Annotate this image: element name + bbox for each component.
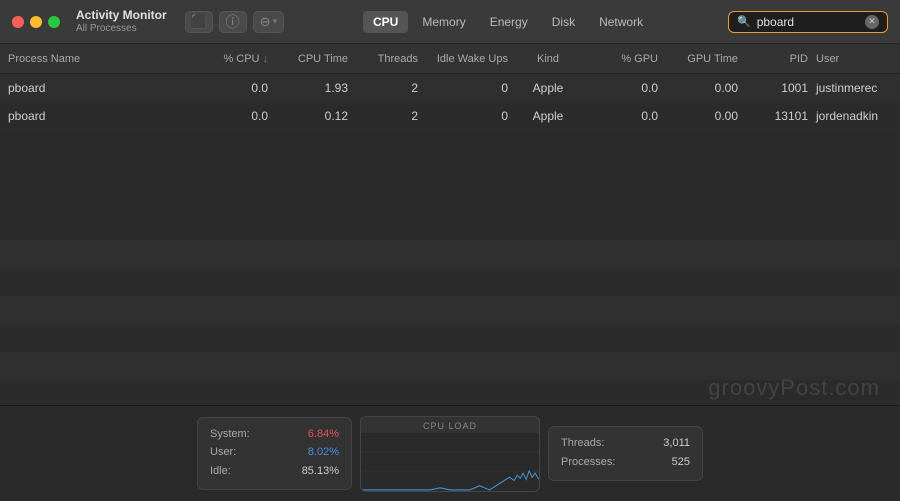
app-title-block: Activity Monitor All Processes (76, 8, 167, 34)
table-row[interactable]: pboard 0.0 0.12 2 0 Apple 0.0 0.00 13101… (0, 102, 900, 130)
cell-user: justinmerec (808, 81, 900, 95)
col-header-gpu[interactable]: % GPU (588, 53, 658, 65)
stat-processes: Processes: 525 (561, 454, 690, 471)
tab-memory[interactable]: Memory (412, 11, 475, 33)
empty-rows (0, 240, 900, 406)
cell-idle: 0 (418, 81, 508, 95)
idle-value: 85.13% (302, 463, 339, 480)
stats-right-panel: Threads: 3,011 Processes: 525 (548, 426, 703, 481)
stat-system: System: 6.84% (210, 426, 339, 443)
search-icon: 🔍 (737, 15, 751, 28)
cell-pid: 13101 (738, 109, 808, 123)
search-box[interactable]: 🔍 pboard ✕ (728, 11, 888, 33)
col-header-pid[interactable]: PID (738, 53, 808, 65)
tab-energy[interactable]: Energy (480, 11, 538, 33)
cell-gputime: 0.00 (658, 81, 738, 95)
stat-idle: Idle: 85.13% (210, 463, 339, 480)
filter-button[interactable]: ⊖ ▾ (253, 11, 284, 33)
stop-process-button[interactable]: ⬛ (185, 11, 213, 33)
toolbar-icons: ⬛ ⓘ ⊖ ▾ (185, 11, 284, 33)
col-header-cputime[interactable]: CPU Time (268, 53, 348, 65)
main-content: Process Name % CPU ↓ CPU Time Threads Id… (0, 44, 900, 405)
system-value: 6.84% (308, 426, 339, 443)
user-value: 8.02% (308, 444, 339, 461)
tab-disk[interactable]: Disk (542, 11, 585, 33)
col-header-user[interactable]: User (808, 53, 900, 65)
col-header-process[interactable]: Process Name (8, 53, 188, 65)
cell-cputime: 1.93 (268, 81, 348, 95)
cell-pid: 1001 (738, 81, 808, 95)
fullscreen-button[interactable] (48, 16, 60, 28)
cpu-load-panel: CPU LOAD (360, 416, 540, 492)
col-header-idle[interactable]: Idle Wake Ups (418, 53, 508, 65)
cell-gpu: 0.0 (588, 81, 658, 95)
table-header: Process Name % CPU ↓ CPU Time Threads Id… (0, 44, 900, 74)
table-body: pboard 0.0 1.93 2 0 Apple 0.0 0.00 1001 … (0, 74, 900, 240)
search-input[interactable]: pboard (757, 15, 859, 29)
system-label: System: (210, 426, 250, 443)
traffic-lights (12, 16, 60, 28)
app-title: Activity Monitor (76, 8, 167, 22)
col-header-threads[interactable]: Threads (348, 53, 418, 65)
cell-cpu: 0.0 (188, 109, 268, 123)
stat-threads: Threads: 3,011 (561, 435, 690, 452)
cpu-load-label: CPU LOAD (423, 421, 477, 431)
threads-label: Threads: (561, 435, 604, 452)
tab-network[interactable]: Network (589, 11, 653, 33)
inspect-button[interactable]: ⓘ (219, 11, 247, 33)
nav-tabs: CPU Memory Energy Disk Network (296, 11, 720, 33)
user-label: User: (210, 444, 236, 461)
idle-label: Idle: (210, 463, 231, 480)
cell-cputime: 0.12 (268, 109, 348, 123)
cell-user: jordenadkin (808, 109, 900, 123)
cell-kind: Apple (508, 81, 588, 95)
processes-value: 525 (672, 454, 690, 471)
col-header-kind[interactable]: Kind (508, 53, 588, 65)
cell-gputime: 0.00 (658, 109, 738, 123)
cell-gpu: 0.0 (588, 109, 658, 123)
app-subtitle: All Processes (76, 23, 167, 35)
tab-cpu[interactable]: CPU (363, 11, 408, 33)
cell-process: pboard (8, 81, 188, 95)
cell-threads: 2 (348, 81, 418, 95)
close-button[interactable] (12, 16, 24, 28)
search-clear-button[interactable]: ✕ (865, 15, 879, 29)
table-row[interactable]: pboard 0.0 1.93 2 0 Apple 0.0 0.00 1001 … (0, 74, 900, 102)
cell-kind: Apple (508, 109, 588, 123)
bottom-bar: System: 6.84% User: 8.02% Idle: 85.13% C… (0, 405, 900, 501)
minimize-button[interactable] (30, 16, 42, 28)
processes-label: Processes: (561, 454, 615, 471)
threads-value: 3,011 (663, 435, 690, 452)
stats-left-panel: System: 6.84% User: 8.02% Idle: 85.13% (197, 417, 352, 491)
cell-process: pboard (8, 109, 188, 123)
cpu-load-chart (361, 433, 539, 491)
titlebar: Activity Monitor All Processes ⬛ ⓘ ⊖ ▾ C… (0, 0, 900, 44)
cell-threads: 2 (348, 109, 418, 123)
cell-idle: 0 (418, 109, 508, 123)
col-header-gputime[interactable]: GPU Time (658, 53, 738, 65)
col-header-cpu[interactable]: % CPU ↓ (188, 53, 268, 65)
stat-user: User: 8.02% (210, 444, 339, 461)
cell-cpu: 0.0 (188, 81, 268, 95)
